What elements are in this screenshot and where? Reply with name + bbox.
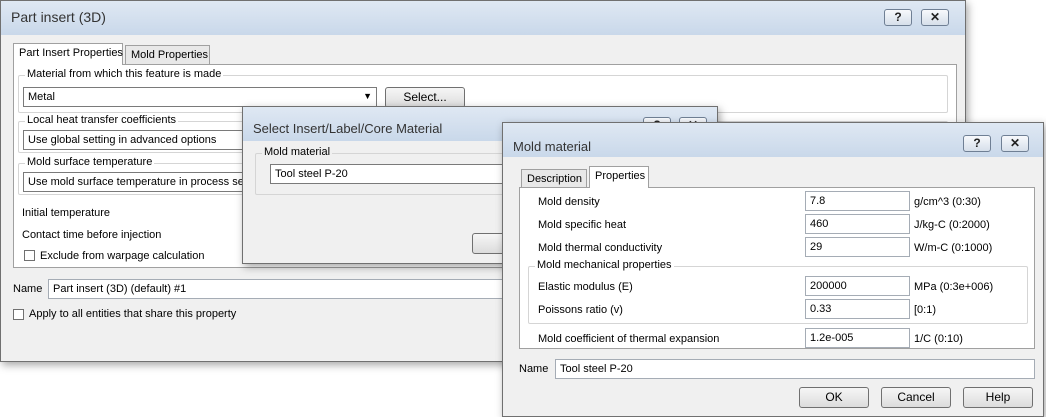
help-title-button[interactable]: ? — [884, 9, 912, 26]
close-button[interactable]: ✕ — [921, 9, 949, 26]
material-combo[interactable]: Metal ▼ — [23, 87, 377, 107]
material-combo-value: Metal — [28, 91, 55, 103]
chevron-down-icon: ▼ — [363, 91, 372, 101]
mold-material-dialog: Mold material ? ✕ Description Properties… — [502, 122, 1044, 417]
poisson-field[interactable]: 0.33 — [805, 299, 910, 319]
elastic-modulus-label: Elastic modulus (E) — [538, 281, 633, 293]
exclude-warpage-label: Exclude from warpage calculation — [40, 250, 205, 262]
density-field[interactable]: 7.8 — [805, 191, 910, 211]
density-unit: g/cm^3 (0:30) — [914, 196, 981, 208]
ok-button[interactable]: OK — [799, 387, 869, 408]
htc-group-label: Local heat transfer coefficients — [25, 114, 178, 126]
specific-heat-field[interactable]: 460 — [805, 214, 910, 234]
cte-field[interactable]: 1.2e-005 — [805, 328, 910, 348]
conductivity-label: Mold thermal conductivity — [538, 242, 663, 254]
density-label: Mold density — [538, 196, 600, 208]
poisson-label: Poissons ratio (v) — [538, 304, 623, 316]
material-group-label: Material from which this feature is made — [25, 68, 224, 80]
cte-label: Mold coefficient of thermal expansion — [538, 333, 720, 345]
specific-heat-label: Mold specific heat — [538, 219, 627, 231]
mold-material-combo-value: Tool steel P-20 — [275, 168, 348, 180]
properties-pane: Mold density 7.8 g/cm^3 (0:30) Mold spec… — [519, 187, 1035, 349]
select-button[interactable]: Select... — [385, 87, 465, 108]
dialog-body: Description Properties Mold density 7.8 … — [509, 157, 1037, 416]
help-button[interactable]: Help — [963, 387, 1033, 408]
tab-mold-properties[interactable]: Mold Properties — [125, 45, 210, 65]
mst-combo[interactable]: Use mold surface temperature in process … — [23, 172, 253, 192]
name-label: Name — [13, 283, 43, 295]
cte-unit: 1/C (0:10) — [914, 333, 963, 345]
dialog-title: Select Insert/Label/Core Material — [253, 121, 443, 136]
htc-combo-value: Use global setting in advanced options — [28, 134, 217, 146]
tab-description[interactable]: Description — [521, 169, 587, 189]
close-button[interactable]: ✕ — [1001, 135, 1029, 152]
specific-heat-unit: J/kg-C (0:2000) — [914, 219, 990, 231]
initial-temperature-label: Initial temperature — [22, 207, 111, 219]
name-field[interactable]: Part insert (3D) (default) #1 — [48, 279, 508, 299]
mst-group-label: Mold surface temperature — [25, 156, 155, 168]
elastic-modulus-unit: MPa (0:3e+006) — [914, 281, 994, 293]
contact-time-label: Contact time before injection — [22, 229, 162, 241]
mechanical-group-label: Mold mechanical properties — [535, 259, 674, 271]
cancel-button[interactable]: Cancel — [881, 387, 951, 408]
mold-material-group-label: Mold material — [262, 146, 333, 158]
titlebar: Part insert (3D) ? ✕ — [1, 1, 965, 35]
name-field[interactable]: Tool steel P-20 — [555, 359, 1035, 379]
exclude-warpage-checkbox[interactable] — [24, 250, 35, 261]
dialog-title: Part insert (3D) — [11, 9, 106, 25]
conductivity-unit: W/m-C (0:1000) — [914, 242, 993, 254]
tab-part-insert-properties[interactable]: Part Insert Properties — [13, 43, 123, 65]
titlebar: Mold material ? ✕ — [503, 123, 1043, 157]
name-label: Name — [519, 363, 549, 375]
apply-all-checkbox[interactable] — [13, 309, 24, 320]
conductivity-field[interactable]: 29 — [805, 237, 910, 257]
tab-properties[interactable]: Properties — [589, 166, 649, 188]
htc-combo[interactable]: Use global setting in advanced options — [23, 130, 253, 150]
poisson-unit: [0:1) — [914, 304, 937, 316]
dialog-title: Mold material — [513, 139, 592, 154]
mst-combo-value: Use mold surface temperature in process … — [28, 176, 250, 188]
elastic-modulus-field[interactable]: 200000 — [805, 276, 910, 296]
mechanical-group: Mold mechanical properties Elastic modul… — [528, 259, 1028, 324]
apply-all-label: Apply to all entities that share this pr… — [29, 308, 237, 320]
help-title-button[interactable]: ? — [963, 135, 991, 152]
